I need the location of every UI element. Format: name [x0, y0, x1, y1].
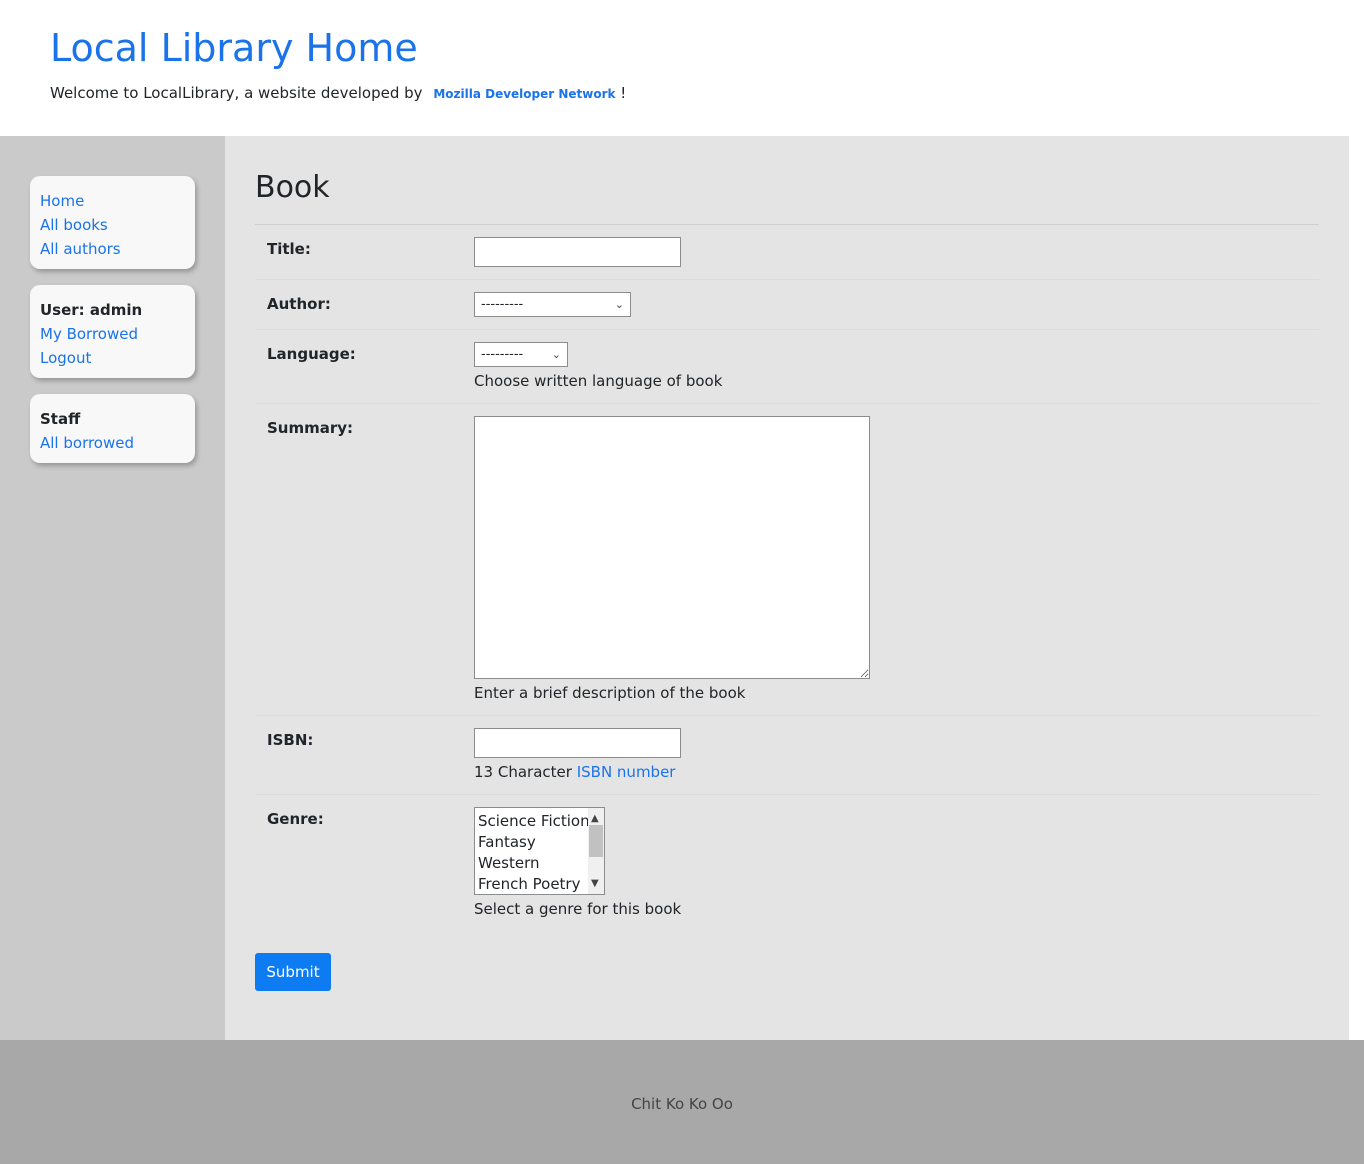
staff-card: Staff All borrowed	[30, 394, 195, 463]
nav-home-link[interactable]: Home	[40, 189, 185, 213]
nav-all-authors-link[interactable]: All authors	[40, 237, 185, 261]
nav-all-books-link[interactable]: All books	[40, 213, 185, 237]
language-label: Language:	[267, 345, 356, 363]
chevron-down-icon: ⌄	[614, 298, 624, 311]
staff-label: Staff	[40, 410, 81, 428]
main-area: Home All books All authors User: admin M…	[0, 136, 1364, 1040]
submit-button[interactable]: Submit	[255, 953, 331, 991]
genre-option[interactable]: Fantasy	[478, 832, 604, 853]
language-selected-value: ---------	[481, 347, 524, 362]
my-borrowed-link[interactable]: My Borrowed	[40, 322, 185, 346]
welcome-exclaim: !	[620, 84, 627, 102]
logout-link[interactable]: Logout	[40, 346, 185, 370]
language-help: Choose written language of book	[474, 372, 723, 390]
isbn-number-link[interactable]: ISBN number	[577, 763, 676, 781]
scroll-down-icon[interactable]: ▼	[591, 873, 599, 894]
right-margin	[1349, 136, 1364, 1040]
welcome-text: Welcome to LocalLibrary, a website devel…	[50, 84, 423, 102]
genre-row: Genre: Science Fiction Fantasy Western F…	[255, 795, 1319, 931]
isbn-label: ISBN:	[267, 731, 314, 749]
site-header: Local Library Home Welcome to LocalLibra…	[0, 0, 1364, 136]
isbn-help-text: 13 Character	[474, 763, 572, 781]
isbn-help: 13 Character ISBN number	[474, 762, 1319, 782]
isbn-input[interactable]	[474, 728, 681, 758]
author-row: Author: --------- ⌄	[255, 280, 1319, 330]
language-row: Language: --------- ⌄ Choose written lan…	[255, 330, 1319, 404]
content: Book Title: Author: --------- ⌄ Language…	[225, 136, 1349, 1040]
chevron-down-icon: ⌄	[551, 348, 561, 361]
site-title: Local Library Home	[50, 26, 418, 70]
genre-option[interactable]: Science Fiction	[478, 811, 604, 832]
welcome-message: Welcome to LocalLibrary, a website devel…	[50, 84, 1314, 102]
title-row: Title:	[255, 225, 1319, 280]
sidebar: Home All books All authors User: admin M…	[0, 136, 225, 1040]
genre-option[interactable]: Western	[478, 853, 604, 874]
genre-scrollbar[interactable]: ▲ ▼	[588, 808, 604, 894]
summary-help: Enter a brief description of the book	[474, 684, 746, 702]
isbn-row: ISBN: 13 Character ISBN number	[255, 716, 1319, 795]
footer-text: Chit Ko Ko Oo	[631, 1095, 733, 1113]
footer: Chit Ko Ko Oo	[0, 1040, 1364, 1164]
title-input[interactable]	[474, 237, 681, 267]
genre-label: Genre:	[267, 810, 324, 828]
nav-card: Home All books All authors	[30, 176, 195, 269]
page-title: Book	[255, 166, 1319, 225]
user-label: User: admin	[40, 301, 143, 319]
all-borrowed-link[interactable]: All borrowed	[40, 431, 185, 455]
author-select[interactable]: --------- ⌄	[474, 292, 631, 317]
mdn-link[interactable]: Mozilla Developer Network	[433, 87, 615, 101]
summary-row: Summary: Enter a brief description of th…	[255, 404, 1319, 716]
title-label: Title:	[267, 240, 311, 258]
language-select[interactable]: --------- ⌄	[474, 342, 568, 367]
author-selected-value: ---------	[481, 297, 524, 312]
genre-option[interactable]: French Poetry	[478, 874, 604, 895]
genre-listbox[interactable]: Science Fiction Fantasy Western French P…	[474, 807, 605, 895]
summary-label: Summary:	[267, 419, 354, 437]
user-card: User: admin My Borrowed Logout	[30, 285, 195, 378]
summary-textarea[interactable]	[474, 416, 870, 679]
scroll-thumb[interactable]	[589, 825, 603, 857]
author-label: Author:	[267, 295, 331, 313]
genre-help: Select a genre for this book	[474, 900, 682, 918]
